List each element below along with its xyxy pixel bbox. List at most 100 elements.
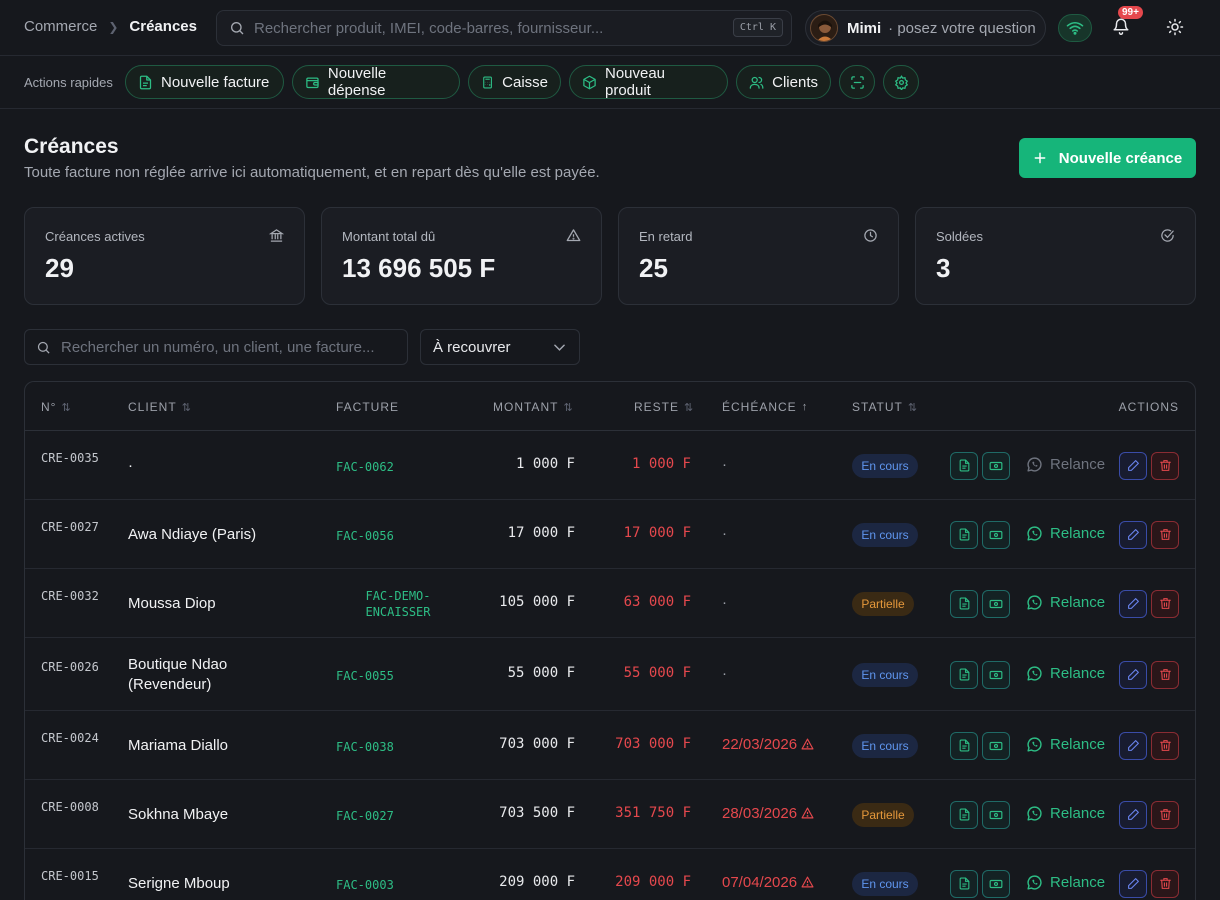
connection-status[interactable] [1058, 14, 1092, 42]
quick-scan-button[interactable] [839, 65, 875, 99]
table-row[interactable]: CRE-0027 Awa Ndiaye (Paris) FAC-0056 17 000… [25, 500, 1195, 569]
edit-button[interactable] [1119, 451, 1147, 480]
status-filter-select[interactable]: À recouvrer [420, 329, 580, 365]
delete-button[interactable] [1151, 660, 1179, 689]
edit-button[interactable] [1119, 520, 1147, 549]
chevron-right-icon: ❯ [108, 19, 119, 34]
gear-icon [894, 74, 908, 90]
new-receivable-button[interactable]: Nouvelle créance [1019, 138, 1196, 178]
col-remaining[interactable]: RESTE ⇅ [634, 400, 693, 414]
whatsapp-reminder-button[interactable]: Relance [1026, 874, 1105, 891]
sort-icon: ⇅ [907, 401, 918, 414]
delete-button[interactable] [1151, 869, 1179, 898]
banknote-icon [989, 810, 1003, 819]
view-invoice-button[interactable] [950, 660, 978, 689]
reminder-label: Relance [1050, 455, 1106, 473]
quick-new-expense-button[interactable]: Nouvelle dépense [292, 65, 460, 99]
notifications-button[interactable] [1112, 16, 1130, 36]
table-row[interactable]: CRE-0032 Moussa Diop FAC-DEMO-ENCAISSER 105… [25, 569, 1195, 638]
record-payment-button[interactable] [982, 660, 1010, 689]
col-invoice-label: FACTURE [336, 400, 400, 414]
quick-cashier-button[interactable]: Caisse [468, 65, 561, 99]
record-payment-button[interactable] [982, 589, 1010, 618]
sort-asc-icon: ↑ [801, 401, 808, 413]
receivable-number: CRE-0027 [41, 519, 99, 534]
record-payment-button[interactable] [982, 451, 1010, 480]
status-badge: En cours [852, 662, 918, 687]
quick-new-invoice-button[interactable]: Nouvelle facture [125, 65, 284, 99]
due-date-text: · [722, 455, 727, 473]
remaining-amount: 17 000 F [623, 524, 691, 541]
whatsapp-reminder-button[interactable]: Relance [1026, 805, 1105, 822]
due-date: 07/04/2026 [722, 874, 814, 891]
col-client[interactable]: CLIENT ⇅ [128, 400, 191, 414]
view-invoice-button[interactable] [950, 589, 978, 618]
whatsapp-icon [1027, 736, 1042, 752]
delete-button[interactable] [1151, 800, 1179, 829]
table-row[interactable]: CRE-0008 Sokhna Mbaye FAC-0027 703 500 F 351… [25, 780, 1195, 849]
col-amount[interactable]: MONTANT ⇅ [493, 400, 573, 414]
quick-settings-button[interactable] [883, 65, 919, 99]
whatsapp-reminder-button: Relance [1026, 456, 1105, 473]
stat-label: En retard [639, 229, 693, 244]
whatsapp-reminder-button[interactable]: Relance [1026, 665, 1105, 682]
table-row[interactable]: CRE-0035 · FAC-0062 1 000 F 1 000 F · En cours… [25, 431, 1195, 500]
global-search[interactable]: Ctrl K [216, 10, 792, 46]
invoice-link[interactable]: FAC-0056 [336, 528, 396, 544]
delete-button[interactable] [1151, 731, 1179, 760]
global-search-input[interactable] [254, 19, 724, 37]
receivable-search[interactable] [24, 329, 408, 365]
pencil-icon [1127, 529, 1139, 540]
record-payment-button[interactable] [982, 869, 1010, 898]
delete-button[interactable] [1151, 520, 1179, 549]
invoice-link[interactable]: FAC-0003 [336, 877, 396, 893]
edit-button[interactable] [1119, 589, 1147, 618]
receivable-search-input[interactable] [61, 338, 391, 356]
invoice-link[interactable]: FAC-0062 [336, 459, 396, 475]
table-row[interactable]: CRE-0024 Mariama Diallo FAC-0038 703 000 F 7… [25, 711, 1195, 780]
edit-button[interactable] [1119, 800, 1147, 829]
invoice-link[interactable]: FAC-0038 [336, 739, 396, 755]
view-invoice-button[interactable] [950, 451, 978, 480]
invoice-link[interactable]: FAC-DEMO-ENCAISSER [365, 588, 431, 620]
view-invoice-button[interactable] [950, 869, 978, 898]
view-invoice-button[interactable] [950, 520, 978, 549]
invoice-link[interactable]: FAC-0027 [336, 808, 396, 824]
whatsapp-reminder-button[interactable]: Relance [1026, 525, 1105, 542]
delete-button[interactable] [1151, 589, 1179, 618]
banknote-icon [989, 879, 1003, 888]
status-badge: En cours [852, 733, 918, 758]
file-text-icon [139, 75, 152, 89]
theme-toggle[interactable] [1166, 18, 1184, 36]
quick-cashier-label: Caisse [502, 73, 548, 91]
quick-clients-button[interactable]: Clients [736, 65, 831, 99]
package-icon [583, 75, 596, 89]
whatsapp-icon [1027, 456, 1042, 472]
view-invoice-button[interactable] [950, 800, 978, 829]
col-status[interactable]: STATUT ⇅ [852, 400, 917, 414]
col-num[interactable]: N° ⇅ [41, 400, 71, 414]
whatsapp-icon [1027, 874, 1042, 890]
trash-icon [1159, 460, 1171, 471]
record-payment-button[interactable] [982, 800, 1010, 829]
table-row[interactable]: CRE-0015 Serigne Mboup FAC-0003 209 000 F 20… [25, 849, 1195, 900]
whatsapp-reminder-button[interactable]: Relance [1026, 594, 1105, 611]
record-payment-button[interactable] [982, 731, 1010, 760]
assistant-button[interactable]: Mimi · posez votre question [805, 10, 1046, 46]
pencil-icon [1127, 598, 1139, 609]
edit-button[interactable] [1119, 731, 1147, 760]
invoice-link[interactable]: FAC-0055 [336, 668, 396, 684]
table-row[interactable]: CRE-0026 Boutique Ndao (Revendeur) FAC-005… [25, 638, 1195, 711]
view-invoice-button[interactable] [950, 731, 978, 760]
quick-new-product-button[interactable]: Nouveau produit [569, 65, 728, 99]
delete-button[interactable] [1151, 451, 1179, 480]
client-name: Mariama Diallo [128, 736, 229, 754]
col-due-date[interactable]: ÉCHÉANCE ↑ [722, 400, 807, 414]
whatsapp-reminder-button[interactable]: Relance [1026, 736, 1105, 753]
table-header: N° ⇅ CLIENT ⇅ FACTURE MONTANT ⇅ RESTE ⇅ ÉCHÉ… [25, 382, 1195, 431]
breadcrumb-root[interactable]: Commerce [24, 18, 97, 35]
client-name: · [128, 456, 133, 474]
edit-button[interactable] [1119, 660, 1147, 689]
edit-button[interactable] [1119, 869, 1147, 898]
record-payment-button[interactable] [982, 520, 1010, 549]
